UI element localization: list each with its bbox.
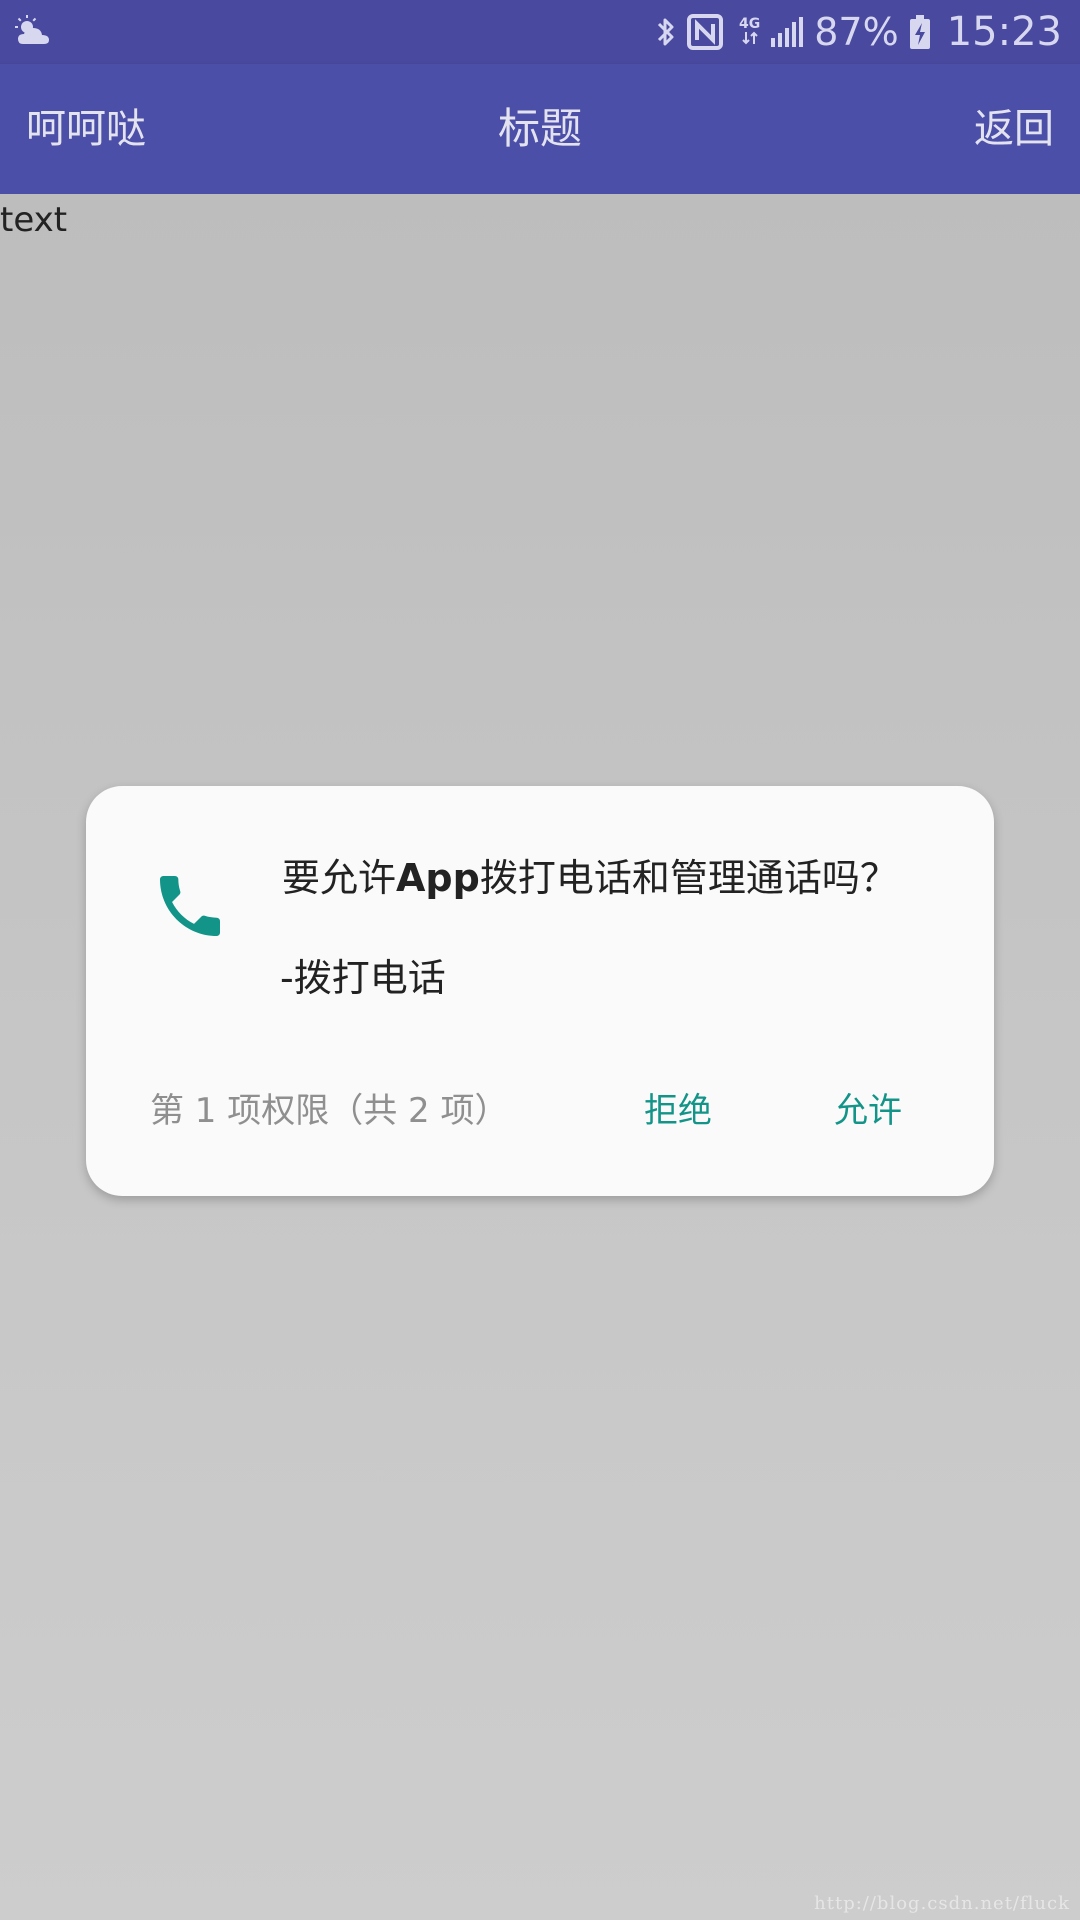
nfc-icon — [687, 14, 724, 50]
page-title: 标题 — [497, 104, 582, 153]
app-name: App — [396, 856, 480, 900]
signal-icon — [770, 16, 804, 48]
status-icons: 4G 87% 15:23 — [655, 8, 1062, 56]
question-suffix: 拨打电话和管理通话吗？ — [479, 856, 898, 900]
app-bar: 呵呵哒 标题 返回 — [0, 64, 1080, 194]
bluetooth-icon — [655, 15, 677, 49]
permission-detail: -拨打电话 — [280, 956, 446, 1000]
partly-cloudy-icon — [15, 15, 49, 44]
battery-percent: 87% — [814, 10, 899, 54]
question-prefix: 要允许 — [282, 856, 397, 900]
permission-counter: 第 1 项权限（共 2 项） — [150, 1091, 509, 1131]
status-time: 15:23 — [946, 9, 1062, 55]
deny-button[interactable]: 拒绝 — [644, 1086, 712, 1136]
battery-charging-icon — [909, 14, 931, 50]
content-text: text — [0, 200, 68, 240]
watermark: http://blog.csdn.net/fluck — [814, 1893, 1070, 1914]
network-4g-icon: 4G — [739, 16, 761, 46]
phone-icon — [160, 876, 220, 936]
back-button[interactable]: 返回 — [974, 64, 1054, 194]
permission-dialog: 要允许App拨打电话和管理通话吗？ -拨打电话 第 1 项权限（共 2 项） 拒… — [86, 786, 994, 1196]
network-type-label: 4G — [739, 16, 761, 32]
status-bar: 4G 87% 15:23 — [0, 0, 1080, 64]
allow-button[interactable]: 允许 — [834, 1086, 902, 1136]
permission-question: 要允许App拨打电话和管理通话吗？ — [282, 852, 962, 904]
